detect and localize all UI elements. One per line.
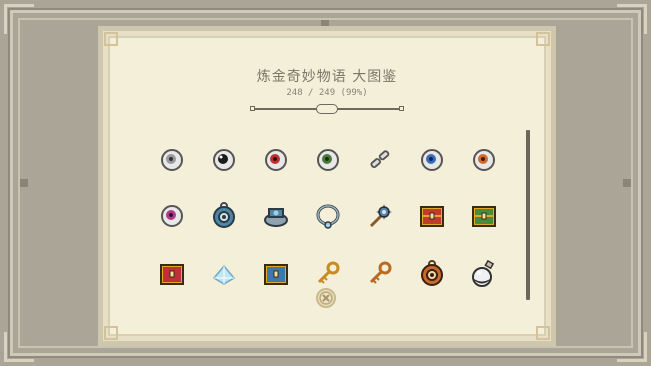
item-slot[interactable] xyxy=(158,260,186,288)
broken-chain-icon xyxy=(370,150,390,169)
item-slot[interactable] xyxy=(210,260,238,288)
item-slot[interactable] xyxy=(366,202,394,230)
eyeball-green-icon xyxy=(317,149,339,171)
panel-corner-ornament xyxy=(536,326,550,340)
item-slot[interactable] xyxy=(314,260,342,288)
item-slot[interactable] xyxy=(314,202,342,230)
red-chest-icon xyxy=(160,264,184,285)
scrollbar[interactable] xyxy=(526,130,530,300)
frame-tick xyxy=(20,179,28,187)
encyclopedia-panel: 炼金奇妙物语 大图鉴 248 / 249 (99%) xyxy=(103,31,551,341)
golden-chest-red-icon xyxy=(420,206,444,227)
eyeball-orange-icon xyxy=(473,149,495,171)
divider-end-ornament xyxy=(250,106,255,111)
frame-corner-ornament xyxy=(4,4,34,34)
divider-end-ornament xyxy=(399,106,404,111)
item-slot[interactable] xyxy=(470,146,498,174)
close-icon xyxy=(319,291,333,305)
frame-corner-ornament xyxy=(617,4,647,34)
page-title: 炼金奇妙物语 大图鉴 xyxy=(256,69,398,85)
eyeball-red-icon xyxy=(265,149,287,171)
blue-amulet-icon xyxy=(213,202,235,228)
divider-center-ornament xyxy=(316,104,338,114)
panel-corner-ornament xyxy=(536,32,550,46)
item-slot[interactable] xyxy=(366,146,394,174)
item-grid xyxy=(148,138,498,338)
item-slot[interactable] xyxy=(158,202,186,230)
frame-tick xyxy=(623,179,631,187)
frame-corner-ornament xyxy=(4,332,34,362)
spiked-mace-icon xyxy=(369,204,392,228)
silver-necklace-icon xyxy=(316,204,340,229)
item-slot[interactable] xyxy=(262,146,290,174)
potion-bottle-icon xyxy=(472,259,495,287)
bronze-key-icon xyxy=(369,261,392,284)
eyeball-gray-icon xyxy=(161,149,183,171)
eyeball-black-icon xyxy=(213,149,235,171)
orange-pendant-icon xyxy=(421,260,443,286)
item-slot[interactable] xyxy=(210,146,238,174)
collection-count: 248 / 249 (99%) xyxy=(286,88,368,98)
item-slot[interactable] xyxy=(366,260,394,288)
ice-crystal-icon xyxy=(212,264,236,285)
eyeball-magenta-icon xyxy=(161,205,183,227)
item-slot[interactable] xyxy=(262,260,290,288)
item-slot[interactable] xyxy=(158,146,186,174)
item-slot[interactable] xyxy=(418,146,446,174)
item-slot[interactable] xyxy=(470,259,498,288)
item-slot[interactable] xyxy=(262,202,290,230)
item-slot[interactable] xyxy=(314,146,342,174)
blue-chest-icon xyxy=(264,264,288,285)
item-slot[interactable] xyxy=(210,202,238,230)
close-button[interactable] xyxy=(316,288,336,308)
item-slot[interactable] xyxy=(418,202,446,230)
item-slot[interactable] xyxy=(470,202,498,230)
item-slot[interactable] xyxy=(418,260,446,288)
frame-corner-ornament xyxy=(617,332,647,362)
eyeball-blue-icon xyxy=(421,149,443,171)
crown-ring-icon xyxy=(264,208,288,227)
golden-chest-green-icon xyxy=(472,206,496,227)
golden-key-icon xyxy=(317,261,340,284)
panel-corner-ornament xyxy=(104,326,118,340)
panel-corner-ornament xyxy=(104,32,118,46)
